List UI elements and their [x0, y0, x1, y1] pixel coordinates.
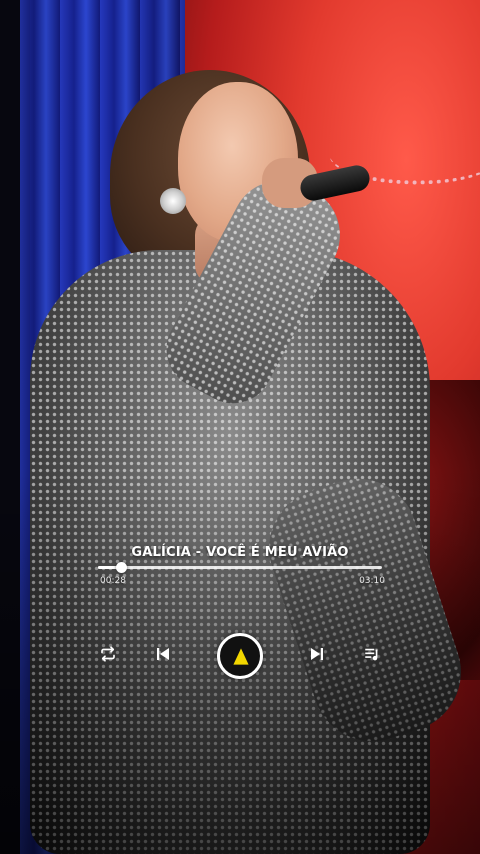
playlist-icon: [365, 648, 378, 661]
queue-button[interactable]: [360, 642, 384, 666]
repeat-icon: [101, 646, 115, 662]
playback-controls: [0, 630, 480, 680]
music-player-overlay: GALÍCIA - VOCÊ É MEU AVIÃO 00:28 03:10: [0, 540, 480, 700]
play-button[interactable]: [217, 633, 263, 679]
skip-previous-icon: [157, 648, 169, 660]
skip-next-icon: [311, 648, 323, 660]
progress-knob[interactable]: [115, 562, 127, 573]
video-background: [0, 0, 480, 854]
next-button[interactable]: [305, 642, 329, 666]
play-icon: [233, 648, 249, 665]
repeat-button[interactable]: [96, 642, 120, 666]
total-time: 03:10: [359, 576, 385, 586]
bottom-vignette: [0, 0, 480, 854]
previous-button[interactable]: [151, 642, 175, 666]
elapsed-time: 00:28: [100, 576, 126, 586]
progress-bar[interactable]: [98, 562, 382, 573]
track-title: GALÍCIA - VOCÊ É MEU AVIÃO: [131, 545, 349, 560]
